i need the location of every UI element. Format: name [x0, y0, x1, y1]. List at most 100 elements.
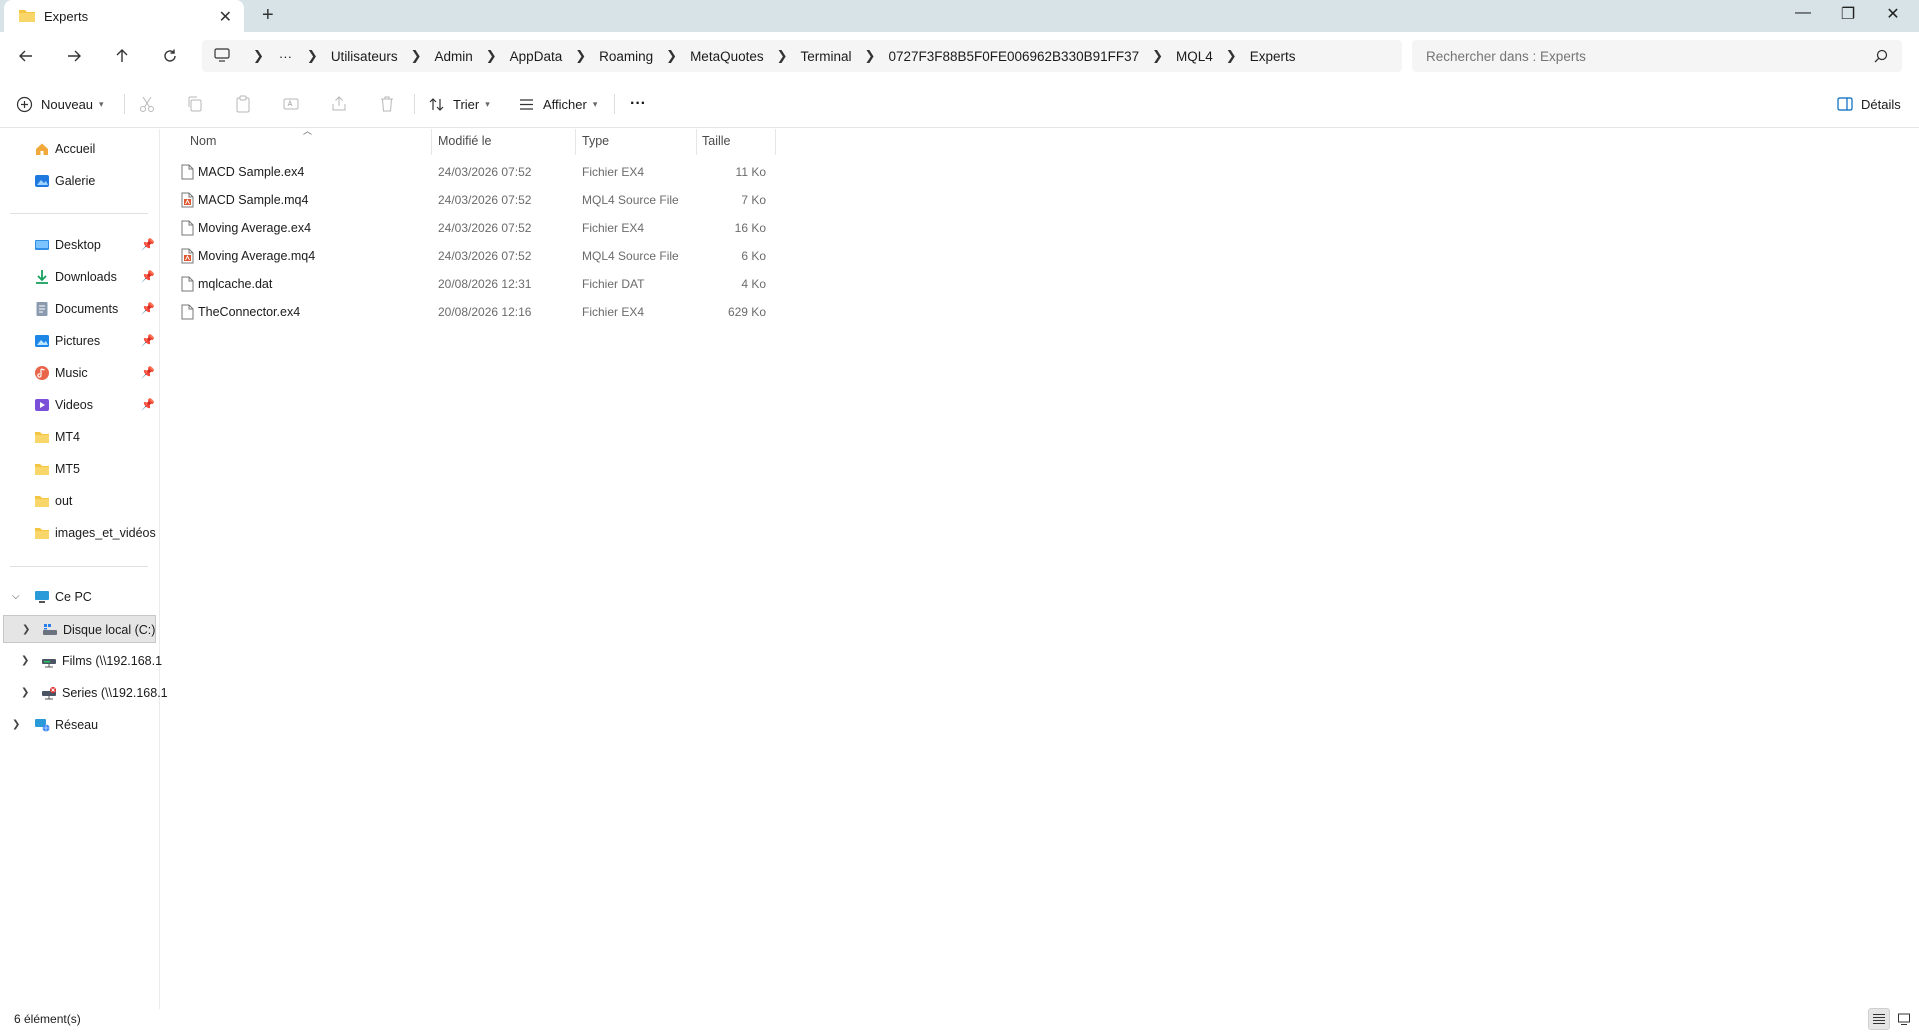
sidebar-item-pictures[interactable]: Pictures 📌 — [0, 327, 158, 355]
chevron-right-icon[interactable]: ❯ — [777, 48, 788, 64]
details-view-button[interactable] — [1868, 1008, 1890, 1030]
sidebar-item-series[interactable]: ❯ Series (\\192.168.1 — [0, 679, 168, 707]
back-button[interactable] — [14, 44, 38, 68]
computer-icon[interactable] — [214, 47, 230, 65]
column-header-label: Modifié le — [438, 134, 492, 148]
pin-icon[interactable]: 📌 — [141, 398, 155, 411]
sidebar-item-images-et-videos[interactable]: images_et_vidéos — [0, 519, 158, 547]
column-divider[interactable] — [775, 129, 776, 155]
delete-icon[interactable] — [377, 94, 397, 114]
column-header-name[interactable]: Nom — [190, 129, 216, 153]
home-icon — [36, 143, 48, 155]
chevron-right-icon[interactable]: ❯ — [865, 48, 876, 64]
chevron-right-icon[interactable]: ❯ — [253, 48, 264, 64]
table-row[interactable]: TheConnector.ex4 20/08/2026 12:16 Fichie… — [178, 300, 774, 324]
pin-icon[interactable]: 📌 — [141, 302, 155, 315]
chevron-right-icon[interactable]: ❯ — [21, 655, 29, 666]
search-icon[interactable] — [1874, 49, 1888, 66]
cut-icon[interactable] — [137, 94, 157, 114]
sidebar-item-label: Desktop — [55, 238, 101, 252]
table-row[interactable]: MACD Sample.ex4 24/03/2026 07:52 Fichier… — [178, 160, 774, 184]
column-divider[interactable] — [575, 129, 576, 155]
sidebar-item-galerie[interactable]: Galerie — [0, 167, 158, 195]
table-row[interactable]: Moving Average.ex4 24/03/2026 07:52 Fich… — [178, 216, 774, 240]
breadcrumb-overflow[interactable]: ··· — [279, 49, 292, 64]
chevron-right-icon[interactable]: ❯ — [22, 624, 30, 635]
sidebar-item-music[interactable]: Music 📌 — [0, 359, 158, 387]
sidebar-item-films[interactable]: ❯ Films (\\192.168.1 — [0, 647, 162, 675]
tab-experts[interactable]: Experts ✕ — [4, 0, 244, 32]
breadcrumb-terminal-id[interactable]: 0727F3F88B5F0FE006962B330B91FF37 — [888, 49, 1139, 64]
breadcrumb-appdata[interactable]: AppData — [510, 49, 563, 64]
breadcrumb-mql4[interactable]: MQL4 — [1176, 49, 1213, 64]
rename-icon[interactable] — [281, 94, 301, 114]
column-divider[interactable] — [696, 129, 697, 155]
file-type: MQL4 Source File — [582, 193, 679, 207]
column-header-modified[interactable]: Modifié le — [438, 129, 492, 153]
breadcrumb-admin[interactable]: Admin — [435, 49, 473, 64]
chevron-right-icon[interactable]: ❯ — [486, 48, 497, 64]
up-button[interactable] — [110, 44, 134, 68]
arrow-up-icon — [116, 49, 128, 62]
chevron-right-icon[interactable]: ❯ — [307, 48, 318, 64]
chevron-right-icon[interactable]: ❯ — [12, 719, 20, 730]
pin-icon[interactable]: 📌 — [141, 238, 155, 251]
close-window-button[interactable]: ✕ — [1870, 4, 1916, 24]
pin-icon[interactable]: 📌 — [141, 366, 155, 379]
pin-icon[interactable]: 📌 — [141, 334, 155, 347]
search-input[interactable] — [1424, 46, 1864, 66]
address-bar[interactable]: ❯ ··· ❯ Utilisateurs ❯ Admin ❯ AppData ❯… — [202, 40, 1402, 72]
new-button[interactable]: Nouveau ▾ — [16, 92, 104, 116]
view-button[interactable]: Afficher ▾ — [518, 92, 597, 116]
sidebar-item-mt4[interactable]: MT4 — [0, 423, 158, 451]
copy-icon[interactable] — [185, 94, 205, 114]
table-row[interactable]: mqlcache.dat 20/08/2026 12:31 Fichier DA… — [178, 272, 774, 296]
breadcrumb-metaquotes[interactable]: MetaQuotes — [690, 49, 764, 64]
chevron-right-icon[interactable]: ❯ — [666, 48, 677, 64]
chevron-right-icon[interactable]: ❯ — [411, 48, 422, 64]
sort-button[interactable]: Trier ▾ — [428, 92, 490, 116]
refresh-button[interactable] — [158, 44, 182, 68]
chevron-right-icon[interactable]: ❯ — [1152, 48, 1163, 64]
more-options-button[interactable]: ··· — [630, 92, 646, 116]
sidebar-item-desktop[interactable]: Desktop 📌 — [0, 231, 158, 259]
column-header-type[interactable]: Type — [582, 129, 609, 153]
share-icon[interactable] — [329, 94, 349, 114]
refresh-icon — [164, 49, 176, 62]
sidebar-item-disque-local[interactable]: ❯ Disque local (C:) — [3, 615, 156, 643]
details-button[interactable]: Détails — [1837, 92, 1901, 116]
forward-button[interactable] — [62, 44, 86, 68]
table-row[interactable]: Moving Average.mq4 24/03/2026 07:52 MQL4… — [178, 244, 774, 268]
breadcrumb-experts[interactable]: Experts — [1250, 49, 1296, 64]
minimize-button[interactable]: — — [1780, 4, 1826, 22]
breadcrumb-utilisateurs[interactable]: Utilisateurs — [331, 49, 398, 64]
search-box[interactable] — [1412, 40, 1902, 72]
sidebar-item-ce-pc[interactable]: ⌵ Ce PC — [0, 583, 158, 611]
paste-icon[interactable] — [233, 94, 253, 114]
maximize-button[interactable]: ❐ — [1825, 4, 1871, 24]
sidebar-item-accueil[interactable]: Accueil — [0, 135, 158, 163]
sidebar-item-downloads[interactable]: Downloads 📌 — [0, 263, 158, 291]
column-header-size[interactable]: Taille — [702, 129, 731, 153]
sidebar-item-mt5[interactable]: MT5 — [0, 455, 158, 483]
new-tab-button[interactable]: + — [262, 4, 274, 27]
sidebar-item-out[interactable]: out — [0, 487, 158, 515]
chevron-right-icon[interactable]: ❯ — [1226, 48, 1237, 64]
breadcrumb-roaming[interactable]: Roaming — [599, 49, 653, 64]
column-divider[interactable] — [431, 129, 432, 155]
chevron-right-icon[interactable]: ❯ — [21, 687, 29, 698]
table-row[interactable]: MACD Sample.mq4 24/03/2026 07:52 MQL4 So… — [178, 188, 774, 212]
tiles-view-button[interactable] — [1893, 1008, 1915, 1030]
pin-icon[interactable]: 📌 — [141, 270, 155, 283]
sidebar-item-label: Videos — [55, 398, 93, 412]
breadcrumb-terminal[interactable]: Terminal — [801, 49, 852, 64]
sidebar-item-videos[interactable]: Videos 📌 — [0, 391, 158, 419]
sidebar-item-documents[interactable]: Documents 📌 — [0, 295, 158, 323]
close-tab-button[interactable]: ✕ — [219, 7, 232, 27]
sidebar-item-label: Downloads — [55, 270, 117, 284]
plus-circle-icon — [16, 96, 33, 112]
sidebar-item-reseau[interactable]: ❯ Réseau — [0, 711, 158, 739]
chevron-right-icon[interactable]: ❯ — [575, 48, 586, 64]
column-header-label: Taille — [702, 134, 731, 148]
chevron-down-icon[interactable]: ⌵ — [12, 591, 20, 602]
